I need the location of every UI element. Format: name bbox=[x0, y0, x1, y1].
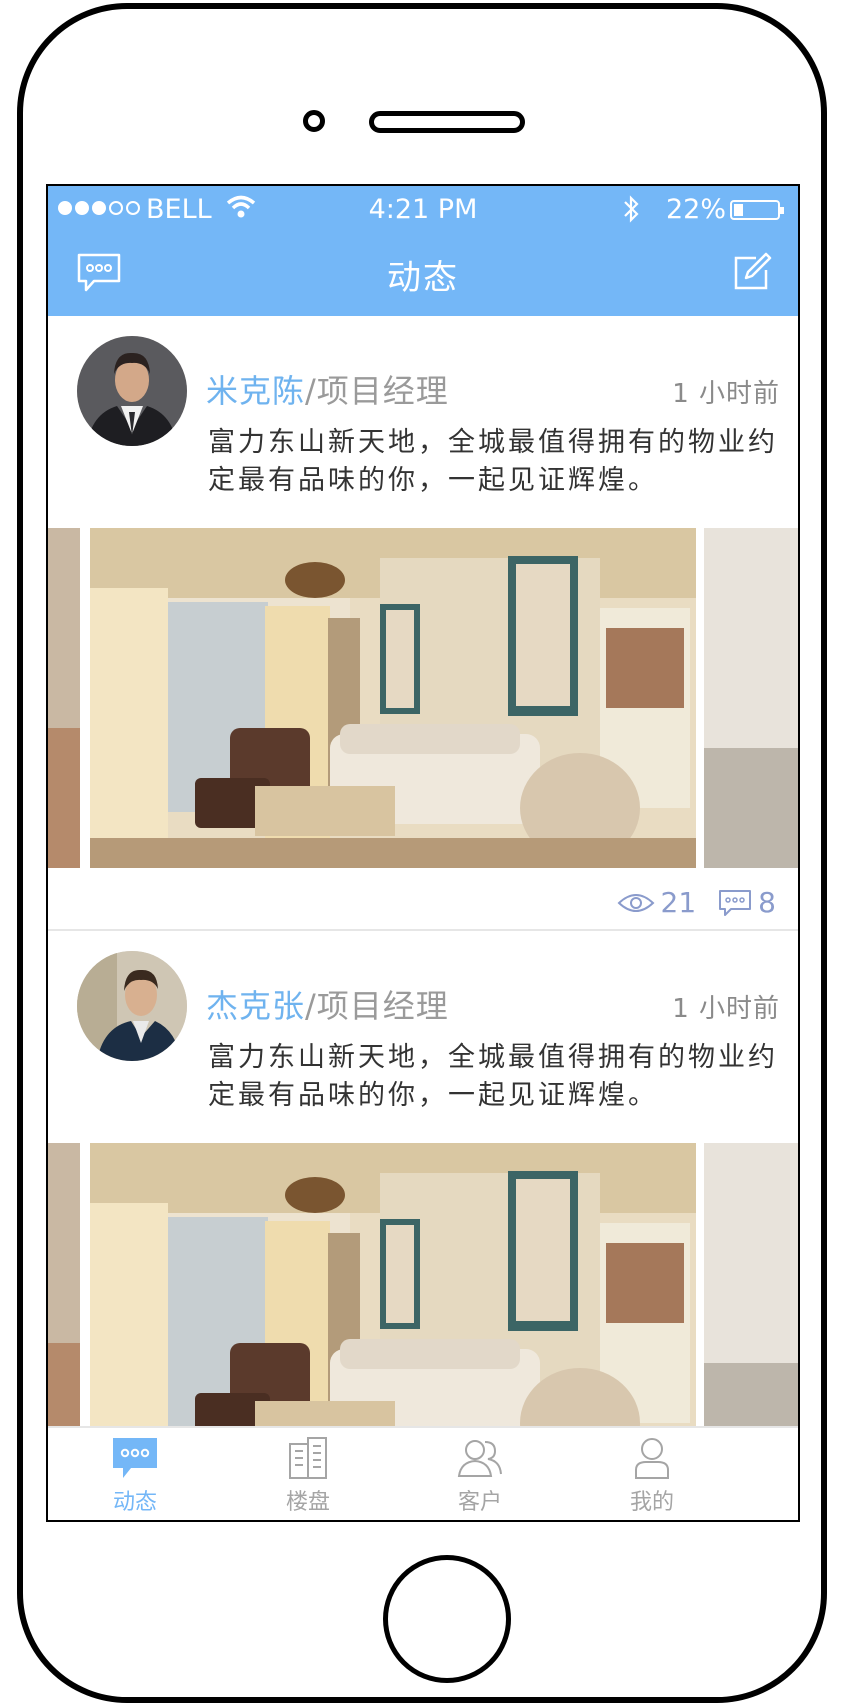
tab-label: 客户 bbox=[457, 1490, 502, 1515]
author-name[interactable]: 米克陈 bbox=[206, 372, 305, 410]
earpiece-speaker bbox=[369, 111, 525, 133]
front-camera bbox=[303, 110, 325, 132]
post-stats: 21 8 bbox=[603, 886, 776, 919]
tab-properties[interactable]: 楼盘 bbox=[248, 1434, 368, 1516]
avatar[interactable] bbox=[77, 951, 187, 1061]
battery-icon bbox=[730, 200, 784, 220]
author-line: 杰克张/项目经理 bbox=[206, 981, 449, 1027]
post-time: 1 小时前 bbox=[672, 994, 780, 1024]
views-count: 21 bbox=[617, 886, 697, 919]
bluetooth-icon bbox=[621, 194, 641, 231]
author-role: 项目经理 bbox=[316, 372, 449, 410]
home-button[interactable] bbox=[383, 1555, 511, 1683]
tab-customers[interactable]: 客户 bbox=[420, 1434, 540, 1516]
post-content: 富力东山新天地，全城最值得拥有的物业约定最有品味的你，一起见证辉煌。 bbox=[208, 1042, 778, 1111]
post-time: 1 小时前 bbox=[672, 379, 780, 409]
gallery-photo[interactable] bbox=[704, 1143, 798, 1429]
post-content: 富力东山新天地，全城最值得拥有的物业约定最有品味的你，一起见证辉煌。 bbox=[208, 427, 778, 496]
name-separator: / bbox=[305, 987, 317, 1025]
tab-label: 动态 bbox=[112, 1490, 157, 1515]
photo-gallery[interactable] bbox=[48, 1143, 798, 1429]
profile-icon bbox=[635, 1438, 669, 1479]
chat-bubble-icon bbox=[113, 1438, 157, 1478]
tab-bar: 动态 楼盘 客户 我的 bbox=[48, 1426, 798, 1520]
compose-button[interactable] bbox=[730, 248, 776, 294]
views-value: 21 bbox=[660, 886, 697, 919]
feed-post: 米克陈/项目经理 1 小时前 富力东山新天地，全城最值得拥有的物业约定最有品味的… bbox=[48, 316, 798, 931]
photo-gallery[interactable] bbox=[48, 528, 798, 868]
status-bar: BELL 4:21 PM 22% bbox=[48, 186, 798, 230]
comments-value: 8 bbox=[758, 886, 776, 919]
eye-icon bbox=[617, 893, 654, 912]
feed-list[interactable]: 米克陈/项目经理 1 小时前 富力东山新天地，全城最值得拥有的物业约定最有品味的… bbox=[48, 316, 798, 1429]
author-line: 米克陈/项目经理 bbox=[206, 366, 449, 412]
app-screen: BELL 4:21 PM 22% 动态 米克陈/项目经理 1 小时前 富力东山新… bbox=[46, 184, 800, 1522]
building-icon bbox=[289, 1437, 327, 1479]
author-name[interactable]: 杰克张 bbox=[206, 987, 305, 1025]
tab-profile[interactable]: 我的 bbox=[592, 1434, 712, 1516]
author-role: 项目经理 bbox=[316, 987, 449, 1025]
navigation-bar: 动态 bbox=[48, 230, 798, 316]
page-title: 动态 bbox=[387, 258, 459, 298]
customers-icon bbox=[457, 1440, 502, 1477]
gallery-photo[interactable] bbox=[90, 1143, 696, 1429]
avatar[interactable] bbox=[77, 336, 187, 446]
gallery-photo[interactable] bbox=[48, 528, 80, 868]
tab-label: 我的 bbox=[629, 1490, 674, 1515]
feed-post: 杰克张/项目经理 1 小时前 富力东山新天地，全城最值得拥有的物业约定最有品味的… bbox=[48, 931, 798, 1429]
tab-label: 楼盘 bbox=[285, 1490, 330, 1515]
comments-count[interactable]: 8 bbox=[718, 886, 776, 919]
tab-feed[interactable]: 动态 bbox=[75, 1434, 195, 1516]
edit-icon bbox=[734, 252, 772, 290]
gallery-photo[interactable] bbox=[48, 1143, 80, 1429]
name-separator: / bbox=[305, 372, 317, 410]
top-bar: BELL 4:21 PM 22% 动态 bbox=[48, 186, 798, 316]
battery-percentage: 22% bbox=[666, 194, 727, 225]
comment-icon bbox=[719, 889, 752, 916]
gallery-photo[interactable] bbox=[704, 528, 798, 868]
gallery-photo[interactable] bbox=[90, 528, 696, 868]
